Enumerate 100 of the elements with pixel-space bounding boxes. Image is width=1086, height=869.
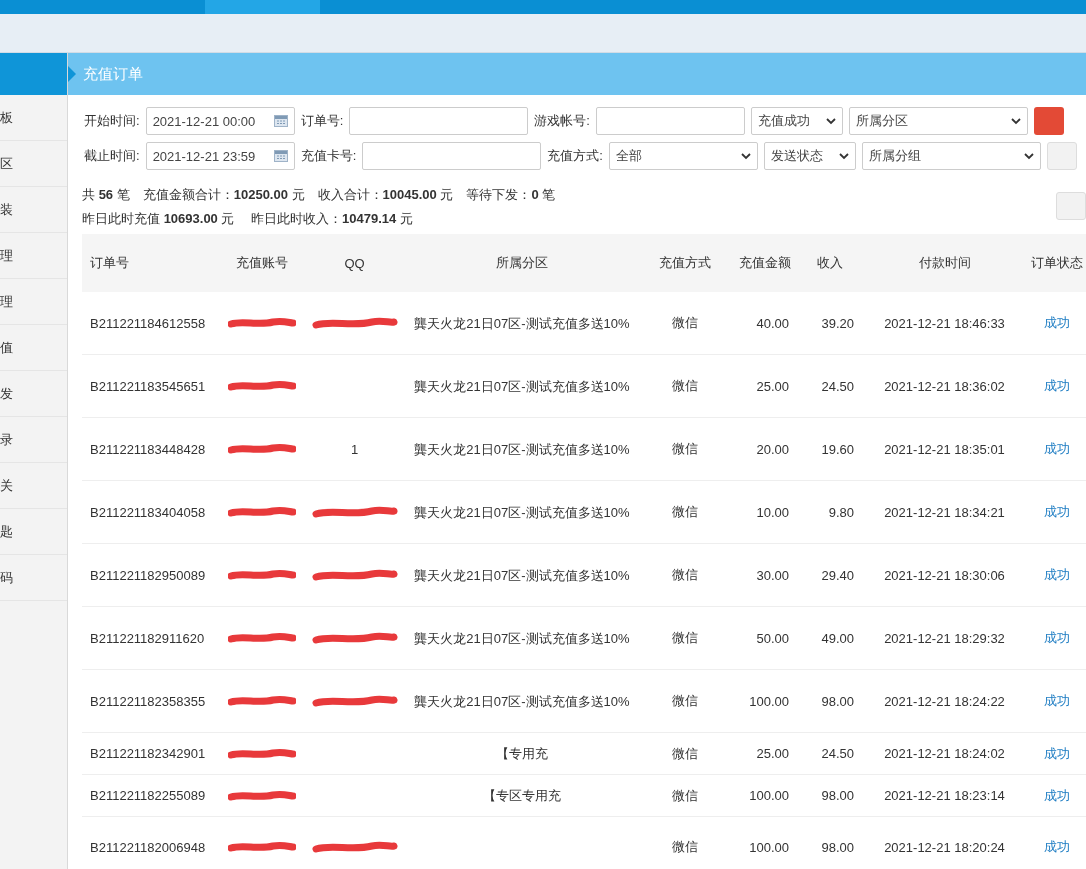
chevron-icon [1010, 117, 1021, 125]
select-field[interactable]: 所属分区 [848, 107, 1028, 135]
field-label: 订单号: [300, 112, 344, 130]
table-cell-text: B211221182255089 [89, 788, 207, 803]
calendar-icon [273, 115, 288, 127]
sidebar-item[interactable]: 录 [0, 417, 67, 463]
sidebar-item[interactable]: 值 [0, 325, 67, 371]
chevron-icon [1023, 152, 1034, 160]
column-header: 付款时间 [917, 254, 972, 272]
table-cell-text: B211221182911620 [89, 630, 206, 646]
table-cell-text: 微信 [670, 838, 699, 856]
table-cell-text: 10.00 [755, 504, 790, 520]
status-link[interactable]: 成功 [1043, 629, 1070, 647]
field-label: 充值方式: [547, 147, 603, 165]
sidebar-item[interactable]: 理 [0, 279, 67, 325]
nav-tab[interactable] [205, 0, 320, 14]
status-link[interactable]: 成功 [1043, 314, 1070, 332]
table-cell-text: 49.00 [820, 630, 855, 646]
calendar-icon [273, 150, 288, 162]
table-cell-text: 微信 [670, 503, 699, 521]
table-cell-text: 29.40 [820, 567, 855, 583]
select-field[interactable]: 所属分组 [861, 142, 1041, 170]
search-button[interactable] [1033, 107, 1064, 135]
table-cell-text: 39.20 [820, 315, 855, 331]
table-cell-text: 25.00 [755, 746, 790, 761]
table-cell-text: 98.00 [820, 839, 855, 855]
select-field[interactable]: 充值成功 [750, 107, 843, 135]
column-header: 收入 [815, 254, 844, 272]
table-cell-text: 龔天火龙21日07区-测试充值多送10% [413, 503, 631, 522]
sidebar-item[interactable]: 码 [0, 555, 67, 601]
table-cell-text: 2021-12-21 18:29:32 [883, 630, 1006, 646]
sidebar-item[interactable]: 装 [0, 187, 67, 233]
sidebar-item[interactable]: 区 [0, 141, 67, 187]
column-header: QQ [343, 255, 366, 271]
table-cell-text: 19.60 [820, 441, 855, 457]
action-button[interactable] [1056, 192, 1086, 220]
table-cell-text: 40.00 [755, 315, 790, 331]
table-cell-text: 24.50 [820, 746, 855, 761]
input-field[interactable] [349, 107, 529, 135]
table-cell-text: 50.00 [755, 630, 790, 646]
table-cell-text: B211221182342901 [89, 746, 207, 761]
field-label: 充值卡号: [300, 147, 357, 165]
table-cell-text: 100.00 [748, 839, 790, 855]
table-cell-text: 微信 [670, 744, 699, 763]
field-label: 游戏帐号: [534, 112, 590, 130]
sidebar-item[interactable]: 匙 [0, 509, 67, 555]
select-field[interactable]: 全部 [608, 142, 758, 170]
column-header: 订单号 [89, 254, 130, 272]
table-cell-text: 龔天火龙21日07区-测试充值多送10% [413, 629, 631, 648]
table-cell-text: 龔天火龙21日07区-测试充值多送10% [413, 440, 631, 459]
table-cell-text: 2021-12-21 18:24:22 [883, 693, 1006, 709]
table-cell-text: 2021-12-21 18:24:02 [883, 746, 1006, 761]
table-cell-text: 2021-12-21 18:34:21 [883, 504, 1006, 520]
summary-text: 共 56 笔 充值金额合计：10250.00 元 收入合计：10045.00 元 等待下发：0 笔 [82, 186, 556, 204]
summary-text: 昨日此时充值 10693.00 元 昨日此时收入：10479.14 元 [82, 210, 414, 228]
sidebar-item[interactable]: 发 [0, 371, 67, 417]
status-link[interactable]: 成功 [1043, 838, 1070, 856]
status-link[interactable]: 成功 [1043, 786, 1070, 805]
table-cell-text: 24.50 [820, 378, 855, 394]
column-header: 订单状态 [1029, 254, 1084, 272]
table-cell-text: 微信 [670, 314, 699, 332]
table-cell-text: 【专用充 [495, 745, 549, 763]
status-link[interactable]: 成功 [1043, 566, 1070, 584]
table-cell-text: 100.00 [748, 788, 790, 803]
table-cell-text: 20.00 [755, 441, 790, 457]
status-link[interactable]: 成功 [1043, 744, 1070, 763]
table-cell-text: 微信 [670, 566, 699, 584]
status-link[interactable]: 成功 [1043, 692, 1070, 710]
table-cell-text: B211221182006948 [89, 839, 207, 855]
sidebar-item[interactable]: 关 [0, 463, 67, 509]
table-cell-text: 微信 [670, 629, 699, 647]
table-cell: 1 [350, 441, 359, 457]
table-cell-text: 2021-12-21 18:20:24 [883, 839, 1006, 855]
table-cell-text: 微信 [670, 692, 699, 710]
date-field[interactable]: 2021-12-21 00:00 [145, 107, 295, 135]
sidebar-header [0, 53, 67, 95]
table-cell-text: B211221182950089 [89, 567, 207, 583]
input-field[interactable] [595, 107, 745, 135]
sidebar-item[interactable]: 板 [0, 95, 67, 141]
date-field[interactable]: 2021-12-21 23:59 [145, 142, 295, 170]
chevron-icon [838, 152, 849, 160]
table-cell-text: 30.00 [755, 567, 790, 583]
table-cell-text: 2021-12-21 18:46:33 [883, 315, 1006, 331]
status-link[interactable]: 成功 [1043, 503, 1070, 521]
pointer-icon [68, 66, 76, 82]
table-cell-text: 2021-12-21 18:30:06 [883, 567, 1006, 583]
chevron-icon [825, 117, 836, 125]
sidebar-item[interactable]: 理 [0, 233, 67, 279]
column-header: 充值账号 [235, 254, 289, 272]
column-header: 所属分区 [495, 254, 549, 272]
table-cell-text: 龔天火龙21日07区-测试充值多送10% [413, 377, 631, 396]
table-cell-text: B211221183404058 [89, 504, 207, 520]
status-link[interactable]: 成功 [1043, 440, 1070, 458]
status-link[interactable]: 成功 [1043, 377, 1070, 395]
table-cell-text: 龔天火龙21日07区-测试充值多送10% [413, 314, 631, 333]
input-field[interactable] [362, 142, 542, 170]
table-cell-text: 98.00 [820, 693, 855, 709]
action-button[interactable] [1046, 142, 1077, 170]
field-label: 开始时间: [84, 112, 140, 130]
select-field[interactable]: 发送状态 [763, 142, 856, 170]
